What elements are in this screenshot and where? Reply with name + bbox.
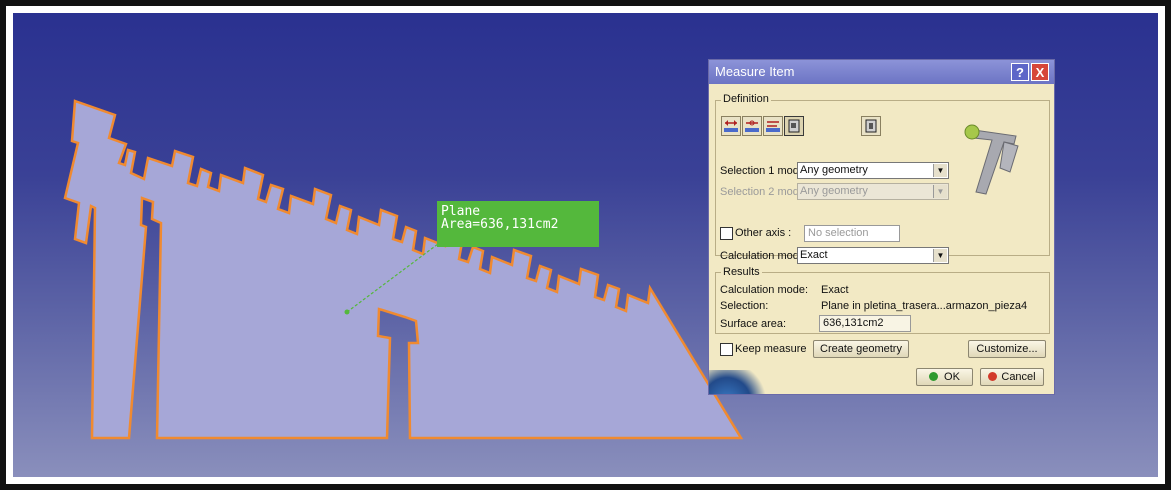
keep-measure-checkbox[interactable] bbox=[720, 343, 733, 356]
results-calc-mode-label: Calculation mode: bbox=[720, 284, 809, 296]
chevron-down-icon: ▼ bbox=[933, 164, 947, 177]
ok-button[interactable]: OK bbox=[916, 368, 973, 386]
chevron-down-icon: ▼ bbox=[933, 249, 947, 262]
selection2-mode-select: Any geometry ▼ bbox=[797, 183, 949, 200]
measure-annotation[interactable]: Plane Area=636,131cm2 bbox=[437, 201, 599, 247]
keep-measure-label: Keep measure bbox=[735, 343, 807, 355]
customize-button[interactable]: Customize... bbox=[968, 340, 1046, 358]
cancel-icon bbox=[988, 372, 998, 381]
surface-area-field: 636,131cm2 bbox=[819, 315, 911, 332]
other-axis-field: No selection bbox=[804, 225, 900, 242]
measure-item-icon[interactable] bbox=[784, 116, 804, 136]
other-axis-checkbox[interactable] bbox=[720, 227, 733, 240]
app-logo bbox=[709, 370, 769, 394]
results-calc-mode-value: Exact bbox=[821, 284, 849, 296]
annotation-area: Area=636,131cm2 bbox=[441, 217, 559, 232]
results-selection-label: Selection: bbox=[720, 300, 769, 312]
create-geometry-button[interactable]: Create geometry bbox=[813, 340, 909, 358]
close-button[interactable]: X bbox=[1031, 63, 1049, 81]
measure-item-dialog: Measure Item ? X Definition Selection 1 … bbox=[708, 59, 1055, 395]
dialog-title: Measure Item bbox=[715, 64, 795, 79]
cancel-button[interactable]: Cancel bbox=[980, 368, 1044, 386]
definition-label: Definition bbox=[721, 93, 771, 105]
calculation-mode-select[interactable]: Exact ▼ bbox=[797, 247, 949, 264]
measure-between-icon[interactable] bbox=[721, 116, 741, 136]
ok-icon bbox=[929, 372, 939, 381]
selection1-mode-label: Selection 1 mode: bbox=[720, 165, 809, 177]
selection2-mode-label: Selection 2 mode: bbox=[720, 186, 809, 198]
caliper-icon bbox=[964, 124, 1019, 195]
selection1-mode-select[interactable]: Any geometry ▼ bbox=[797, 162, 949, 179]
other-axis-label: Other axis : bbox=[735, 227, 792, 239]
help-button[interactable]: ? bbox=[1011, 63, 1029, 81]
results-label: Results bbox=[721, 266, 762, 278]
results-selection-value: Plane in pletina_trasera...armazon_pieza… bbox=[821, 300, 1028, 312]
measure-between-fan-icon[interactable] bbox=[763, 116, 783, 136]
surface-area-label: Surface area: bbox=[720, 318, 787, 330]
measure-between-chain-icon[interactable] bbox=[742, 116, 762, 136]
chevron-down-icon: ▼ bbox=[933, 185, 947, 198]
measure-thickness-icon[interactable] bbox=[861, 116, 881, 136]
dialog-titlebar[interactable]: Measure Item ? X bbox=[709, 60, 1054, 84]
calculation-mode-label: Calculation mode: bbox=[720, 250, 809, 262]
